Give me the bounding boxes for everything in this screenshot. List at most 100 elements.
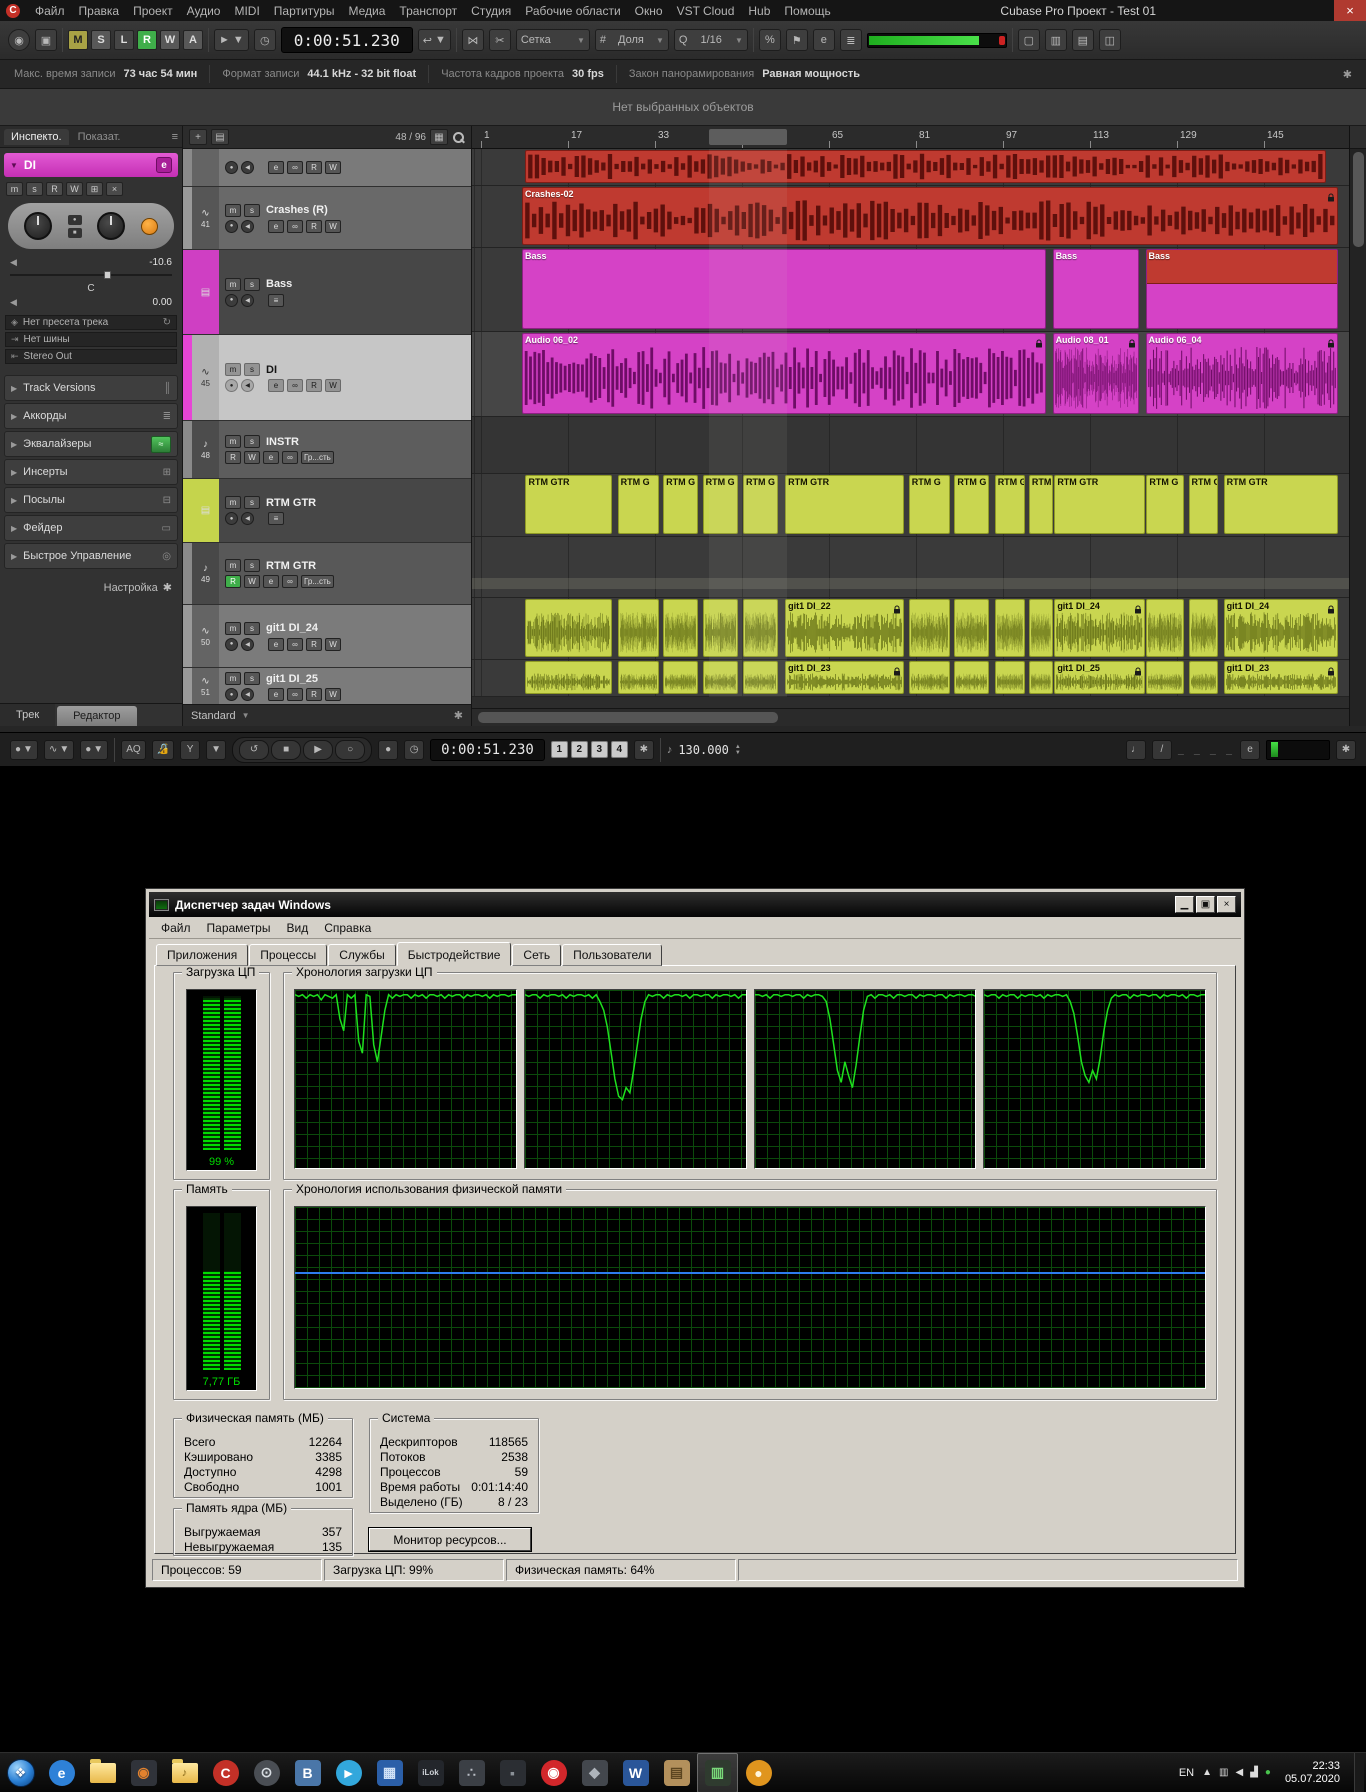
track-button-e[interactable]: e [268, 637, 284, 651]
monitor-icon[interactable]: ◀ [241, 293, 254, 307]
volume-icon[interactable]: ◀ [1235, 1767, 1243, 1778]
inspector-section[interactable]: ▶ Посылы ⊟ [4, 487, 178, 513]
track-solo-button[interactable]: s [244, 203, 260, 217]
track-button-e[interactable]: e [268, 688, 284, 701]
window-layout-1-button[interactable]: ▢ [1017, 29, 1040, 51]
menubar-item[interactable]: Транспорт [392, 4, 464, 18]
track-solo-button[interactable]: s [244, 496, 260, 509]
track-mute-button[interactable]: m [225, 203, 241, 217]
track-button-∞[interactable]: ∞ [287, 219, 303, 233]
track-button-R[interactable]: R [225, 575, 241, 588]
record-button[interactable]: ○ [335, 739, 366, 760]
play-button[interactable]: ▶ [303, 739, 334, 760]
track-button-W[interactable]: W [244, 575, 260, 588]
mini-button-⊞[interactable]: ⊞ [86, 182, 103, 196]
audio-clip[interactable] [525, 599, 613, 657]
media-player-icon[interactable]: ◉ [123, 1753, 164, 1792]
mini-button-s[interactable]: s [26, 182, 43, 196]
resource-monitor-button[interactable]: Монитор ресурсов... [368, 1527, 532, 1552]
record-enable-icon[interactable]: ● [225, 512, 238, 525]
menubar-item[interactable]: Аудио [180, 4, 228, 18]
audio-clip[interactable] [1188, 661, 1219, 694]
audio-clip[interactable]: Bass [1052, 249, 1140, 329]
audio-clip[interactable]: git1 DI_25 [1054, 661, 1145, 694]
audio-clip[interactable] [994, 599, 1025, 657]
edit-channel-button[interactable]: e [156, 157, 172, 173]
clock-button[interactable]: ◷ [253, 29, 276, 51]
start-button[interactable]: ❖ [0, 1753, 41, 1792]
audio-clip[interactable] [702, 661, 738, 694]
gray-round-app-icon[interactable]: ⊙ [246, 1753, 287, 1792]
blue-social-app-icon[interactable]: В [287, 1753, 328, 1792]
taskmgr-title-bar[interactable]: Диспетчер задач Windows ▁ ▣ × [149, 892, 1241, 917]
nodes-app-icon[interactable]: ∴ [451, 1753, 492, 1792]
ruler-cycle-region[interactable] [709, 129, 787, 145]
network-icon[interactable]: ▟ [1250, 1767, 1258, 1778]
volume-fader[interactable] [10, 271, 172, 279]
lowcut-button[interactable]: ■ [67, 227, 82, 238]
monitor-icon[interactable]: ◀ [241, 219, 254, 233]
marker-button-4[interactable]: 4 [610, 741, 628, 758]
window-layout-4-button[interactable]: ◫ [1098, 29, 1121, 51]
audio-clip[interactable]: RTM GTR [785, 475, 905, 534]
audio-clip[interactable] [663, 661, 699, 694]
horizontal-scrollbar[interactable] [472, 708, 1349, 726]
taskmgr-close-button[interactable]: × [1217, 896, 1236, 913]
audio-clip[interactable]: RTM G [742, 475, 779, 534]
record-mode-button[interactable]: ● ▼ [10, 739, 38, 760]
tab-inspector[interactable]: Инспекто. [4, 128, 69, 145]
collapse-icon[interactable]: ▼ [10, 161, 18, 170]
lock-button[interactable]: 🔏 [151, 739, 175, 760]
inspector-settings-row[interactable]: Настройка ✱ [10, 581, 172, 595]
edit-sync-button[interactable]: e [1240, 739, 1260, 760]
audio-clip[interactable]: RTM G [994, 475, 1025, 534]
footer-gear-icon[interactable]: ✱ [454, 709, 463, 722]
crossfade-button[interactable]: ⋈ [461, 29, 484, 51]
inspector-section[interactable]: ▶ Track Versions ║ [4, 375, 178, 401]
menubar-item[interactable]: Hub [741, 4, 777, 18]
record-enable-icon[interactable]: ● [225, 161, 238, 174]
inspector-menu-icon[interactable]: ≡ [172, 131, 178, 143]
automation-w-button[interactable]: W [160, 30, 180, 50]
track-button-e[interactable]: e [263, 575, 279, 588]
retrospective-record-button[interactable]: ↩ ▼ [417, 29, 451, 51]
audio-clip[interactable]: RTM G [908, 475, 950, 534]
track-preset-row[interactable]: ◈ Нет пресета трека ↻ [5, 315, 177, 330]
taskmgr-menu-item[interactable]: Справка [316, 919, 379, 937]
track-button-e[interactable]: e [268, 219, 284, 233]
track-solo-button[interactable]: s [244, 672, 260, 685]
close-button[interactable]: × [1334, 0, 1366, 21]
stop-button[interactable]: ■ [271, 739, 302, 760]
audio-clip[interactable] [994, 661, 1025, 694]
setup-wheel-button[interactable]: ◉ [8, 29, 30, 51]
hexagon-app-icon[interactable]: ◆ [574, 1753, 615, 1792]
flag-button[interactable]: ⚑ [785, 29, 808, 51]
track-mute-button[interactable]: m [225, 559, 241, 572]
input-bus-row[interactable]: ⇥ Нет шины [5, 332, 177, 347]
tan-app-icon[interactable]: ▤ [656, 1753, 697, 1792]
record-enable-icon[interactable]: ● [225, 293, 238, 307]
audio-clip[interactable] [1188, 599, 1219, 657]
green-status-icon[interactable]: ● [1265, 1767, 1271, 1778]
mini-button-W[interactable]: W [66, 182, 83, 196]
track-row[interactable]: ♪ 49 m s RTM GTR R We ∞ Гр...сть [183, 543, 471, 604]
search-track-icon[interactable] [452, 131, 465, 144]
pan-knob[interactable] [97, 212, 126, 240]
track-button-∞[interactable]: ∞ [287, 688, 303, 701]
track-mute-button[interactable]: m [225, 496, 241, 509]
track-button-∞[interactable]: ∞ [287, 161, 303, 174]
track-row[interactable]: ▤ m s RTM GTR ● ◀ ≡ [183, 479, 471, 542]
track-button-e[interactable]: e [268, 379, 284, 392]
automation-l-button[interactable]: L [114, 30, 134, 50]
taskmgr-tab[interactable]: Приложения [156, 944, 249, 966]
audio-clip[interactable]: RTM G [1146, 475, 1185, 534]
output-bus-row[interactable]: ⇤ Stereo Out [5, 349, 177, 364]
audio-clip[interactable]: Audio 06_02 [521, 333, 1046, 414]
audio-clip[interactable]: git1 DI_24 [1223, 599, 1338, 657]
refresh-icon[interactable]: ↻ [163, 317, 171, 328]
music-folder-icon[interactable]: ♪ [164, 1753, 205, 1792]
orange-app-icon[interactable]: ● [738, 1753, 779, 1792]
audio-clip[interactable]: RTM GTR [1054, 475, 1145, 534]
taskmgr-tab[interactable]: Процессы [249, 944, 328, 966]
grid-type-dropdown[interactable]: # Доля ▼ [594, 29, 669, 51]
